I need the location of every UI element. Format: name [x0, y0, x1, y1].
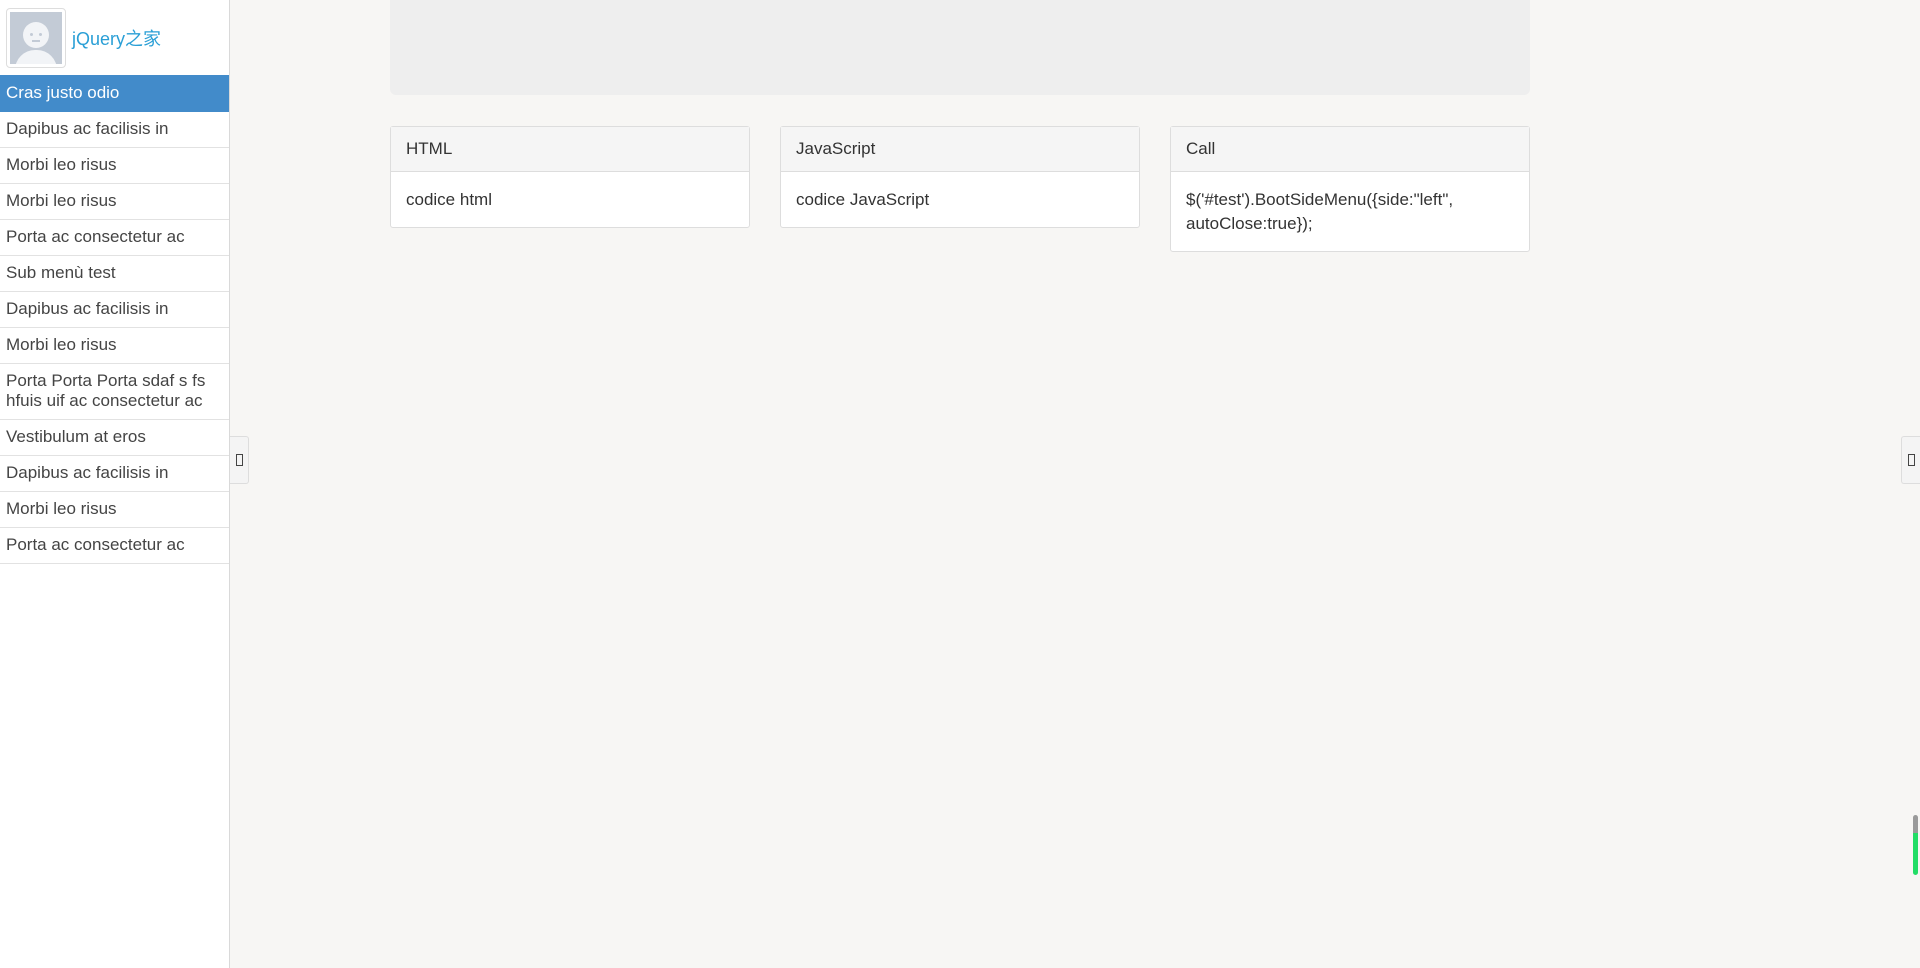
side-menu: jQuery之家 Cras justo odio Dapibus ac faci…	[0, 0, 230, 968]
menu-item[interactable]: Cras justo odio	[0, 75, 229, 112]
menu-item[interactable]: Dapibus ac facilisis in	[0, 456, 229, 492]
panel-title: HTML	[391, 127, 749, 172]
right-menu-toggle[interactable]	[1901, 436, 1920, 484]
user-name-link[interactable]: jQuery之家	[72, 25, 161, 51]
panel-title: JavaScript	[781, 127, 1139, 172]
panel-body: codice JavaScript	[796, 190, 930, 209]
panel-title: Call	[1171, 127, 1529, 172]
left-menu-toggle[interactable]	[230, 436, 249, 484]
menu-item-submenu[interactable]: Sub menù test	[0, 256, 229, 292]
panel-body: codice html	[406, 190, 492, 209]
menu-item[interactable]: Vestibulum at eros	[0, 420, 229, 456]
avatar-placeholder-icon	[10, 11, 62, 64]
menu-item[interactable]: Morbi leo risus	[0, 492, 229, 528]
javascript-panel: JavaScript codice JavaScript	[780, 126, 1140, 228]
jumbotron	[390, 0, 1530, 95]
user-header: jQuery之家	[0, 0, 229, 75]
menu-item[interactable]: Morbi leo risus	[0, 184, 229, 220]
scrollbar[interactable]	[1913, 815, 1918, 875]
html-panel: HTML codice html	[390, 126, 750, 228]
menu-item[interactable]: Porta ac consectetur ac	[0, 220, 229, 256]
avatar	[6, 7, 66, 68]
toggle-icon	[235, 454, 243, 466]
menu-item[interactable]: Porta Porta Porta sdaf s fs hfuis uif ac…	[0, 364, 229, 420]
panel-body: $('#test').BootSideMenu({side:"left", au…	[1186, 190, 1454, 233]
menu-item[interactable]: Morbi leo risus	[0, 328, 229, 364]
menu-item[interactable]: Dapibus ac facilisis in	[0, 112, 229, 148]
menu-item[interactable]: Morbi leo risus	[0, 148, 229, 184]
toggle-icon	[1907, 454, 1915, 466]
menu-item[interactable]: Porta ac consectetur ac	[0, 528, 229, 564]
menu-list: Cras justo odio Dapibus ac facilisis in …	[0, 75, 229, 564]
menu-item[interactable]: Dapibus ac facilisis in	[0, 292, 229, 328]
call-panel: Call $('#test').BootSideMenu({side:"left…	[1170, 126, 1530, 252]
